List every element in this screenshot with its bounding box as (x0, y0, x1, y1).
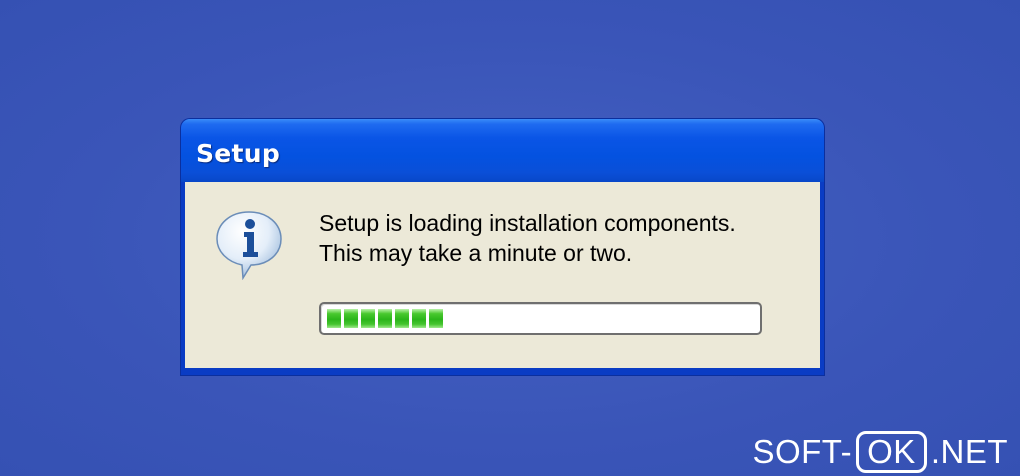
message-line-2: This may take a minute or two. (319, 240, 633, 266)
setup-dialog: Setup Setup is loading installation comp… (181, 119, 824, 375)
progress-bar (319, 302, 762, 335)
progress-segment (412, 309, 426, 328)
watermark-boxed: OK (856, 431, 927, 473)
progress-segment (378, 309, 392, 328)
progress-fill (327, 309, 443, 328)
info-icon (216, 211, 282, 280)
watermark-logo: SOFT- OK .NET (752, 431, 1008, 473)
progress-segment (429, 309, 443, 328)
progress-segment (344, 309, 358, 328)
progress-segment (361, 309, 375, 328)
progress-segment (395, 309, 409, 328)
watermark-prefix: SOFT- (752, 433, 853, 470)
dialog-title: Setup (196, 139, 281, 168)
watermark-suffix: .NET (930, 433, 1008, 470)
dialog-body: Setup is loading installation components… (185, 182, 820, 368)
dialog-message: Setup is loading installation components… (319, 208, 736, 268)
message-line-1: Setup is loading installation components… (319, 210, 736, 236)
dialog-titlebar[interactable]: Setup (181, 119, 824, 182)
progress-segment (327, 309, 341, 328)
